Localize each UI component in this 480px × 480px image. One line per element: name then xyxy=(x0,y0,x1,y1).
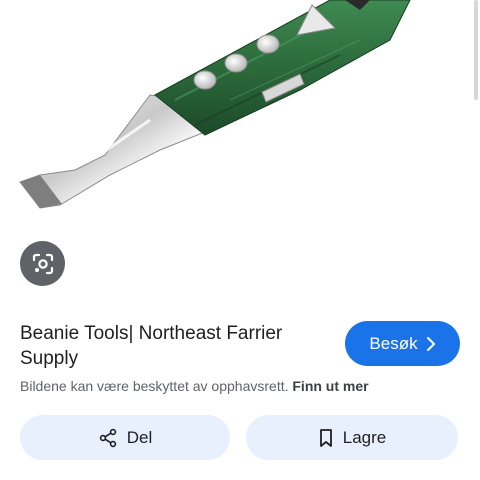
visit-button-label: Besøk xyxy=(369,333,418,353)
lens-search-button[interactable] xyxy=(20,241,65,286)
learn-more-link[interactable]: Finn ut mer xyxy=(292,378,368,394)
copyright-notice: Bildene kan være beskyttet av opphavsret… xyxy=(20,377,460,395)
save-button-label: Lagre xyxy=(342,427,387,447)
copyright-text: Bildene kan være beskyttet av opphavsret… xyxy=(20,378,289,394)
share-icon xyxy=(98,428,118,448)
chevron-right-icon xyxy=(426,336,436,351)
save-button[interactable]: Lagre xyxy=(246,415,458,460)
result-title: Beanie Tools| Northeast Farrier Supply xyxy=(20,323,283,369)
visit-button[interactable]: Besøk xyxy=(345,321,460,366)
lens-search-icon xyxy=(31,252,55,276)
share-button-label: Del xyxy=(126,427,153,447)
product-image[interactable] xyxy=(0,0,480,232)
scrollbar[interactable] xyxy=(474,0,478,100)
hoof-knife-image xyxy=(19,0,411,209)
share-button[interactable]: Del xyxy=(20,415,230,460)
bookmark-icon xyxy=(318,428,334,448)
